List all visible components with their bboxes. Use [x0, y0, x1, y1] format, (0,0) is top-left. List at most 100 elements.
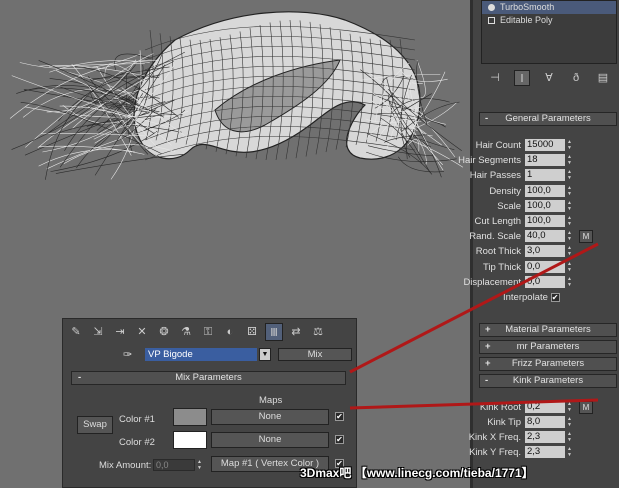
param-value-field[interactable]: 100,0 [525, 199, 565, 212]
get-material-icon[interactable]: ✎ [67, 323, 85, 341]
assign-material-icon[interactable]: ⇥ [111, 323, 129, 341]
watermark-text: 3Dmax吧 【www.linecg.com/tieba/1771】 [300, 466, 534, 480]
delete-icon[interactable]: ✕ [133, 323, 151, 341]
material-type-button[interactable]: Mix [278, 348, 352, 361]
param-value-field[interactable]: 0,0 [525, 260, 565, 273]
param-spinner[interactable]: ▲ ▼ [566, 276, 573, 288]
rollout-frizz-parameters[interactable]: + Frizz Parameters [479, 357, 617, 371]
put-to-scene-icon[interactable]: ⇲ [89, 323, 107, 341]
stack-item-turbosmooth[interactable]: TurboSmooth [482, 1, 616, 14]
param-map-button[interactable]: M [579, 230, 593, 244]
param-label: Root Thick [475, 246, 521, 258]
param-map-button[interactable]: M [579, 401, 593, 414]
param-value-field[interactable]: 15000 [525, 139, 565, 151]
param-value-field[interactable]: 100,0 [525, 215, 565, 227]
rollout-general-parameters[interactable]: - General Parameters [479, 112, 617, 126]
material-name-dropdown[interactable]: ▼ [259, 348, 271, 361]
color1-map-checkbox[interactable]: ✔ [335, 412, 344, 421]
param-spinner[interactable]: ▲ ▼ [566, 261, 573, 273]
kink_parameters-row: Kink Y Freq. 2,3 ▲ ▼ [469, 446, 617, 459]
show-map-icon[interactable]: ◐ [221, 323, 239, 341]
color2-map-button[interactable]: None [211, 432, 329, 448]
general_parameters-row: Density 100,0 ▲ ▼ [479, 184, 617, 198]
param-label: Kink Root [479, 402, 521, 413]
rollout-material-parameters[interactable]: + Material Parameters [479, 323, 617, 337]
general_parameters-row: Displacement 0,0 ▲ ▼ [463, 275, 617, 289]
param-label: Scale [497, 200, 521, 212]
param-label: Displacement [463, 276, 521, 288]
param-spinner[interactable]: ▲ ▼ [566, 416, 573, 428]
stack-item-editable-poly[interactable]: Editable Poly [482, 14, 616, 27]
param-spinner[interactable]: ▲ ▼ [566, 154, 573, 166]
interpolate-checkbox[interactable]: ✔ [550, 292, 560, 302]
color2-map-checkbox[interactable]: ✔ [335, 435, 344, 444]
general_parameters-row: Hair Segments 18 ▲ ▼ [458, 154, 617, 167]
param-value-field[interactable]: 2,3 [525, 446, 565, 458]
general_parameters-row: Scale 100,0 ▲ ▼ [479, 199, 617, 213]
param-value-field[interactable]: 18 [525, 154, 565, 167]
poly-object-icon [488, 17, 495, 24]
show-end-result-icon[interactable]: ⚄ [243, 323, 261, 341]
make-unique-icon[interactable]: ❂ [155, 323, 173, 341]
param-spinner[interactable]: ▲ ▼ [566, 431, 573, 443]
mix-amount-spinner[interactable]: ▲ ▼ [197, 459, 202, 471]
param-value-field[interactable]: 8,0 [525, 416, 565, 428]
param-label: Tip Thick [482, 261, 521, 273]
general_parameters-row: Tip Thick 0,0 ▲ ▼ [479, 260, 617, 274]
param-label: Hair Passes [469, 170, 521, 182]
modifier-stack[interactable]: TurboSmooth Editable Poly [481, 0, 617, 64]
param-spinner[interactable]: ▲ ▼ [566, 401, 573, 413]
material-name-field[interactable]: VP Bigode [145, 348, 257, 361]
param-value-field[interactable]: 0,0 [525, 275, 565, 288]
put-to-library-icon[interactable]: ⚗ [177, 323, 195, 341]
pin-stack-icon[interactable]: ⊣ [487, 70, 503, 86]
mix-amount-field[interactable]: 0,0 [153, 459, 195, 471]
go-forward-sibling-icon[interactable]: ⇄ [287, 323, 305, 341]
hair-strand [104, 64, 145, 83]
material-id-icon[interactable]: ⚿ [199, 323, 217, 341]
param-label: Kink Tip [487, 417, 521, 428]
param-value-field[interactable]: 40,0 [525, 230, 565, 243]
param-spinner[interactable]: ▲ ▼ [566, 169, 573, 181]
param-spinner[interactable]: ▲ ▼ [566, 215, 573, 227]
make-unique-icon[interactable]: ∀ [541, 70, 557, 86]
param-spinner[interactable]: ▲ ▼ [566, 230, 573, 242]
color1-swatch[interactable] [173, 408, 207, 426]
swap-button[interactable]: Swap [77, 416, 113, 434]
go-to-parent-icon[interactable]: Ⅲ [265, 323, 283, 341]
general_parameters-row: Rand. Scale 40,0 ▲ ▼ M [469, 230, 617, 244]
param-value-field[interactable]: 1 [525, 169, 565, 182]
param-spinner[interactable]: ▲ ▼ [566, 200, 573, 212]
rollout-mix-parameters[interactable]: - Mix Parameters [71, 371, 346, 385]
param-label: Cut Length [474, 216, 521, 227]
hair-strand [19, 53, 141, 69]
show-end-result-icon[interactable]: Ⅰ [514, 70, 530, 86]
general_parameters-row: Cut Length 100,0 ▲ ▼ [475, 215, 617, 228]
rollout-kink-parameters[interactable]: - Kink Parameters [479, 374, 617, 388]
param-value-field[interactable]: 3,0 [525, 245, 565, 258]
configure-sets-icon[interactable]: ▤ [595, 70, 611, 86]
eyedropper-icon[interactable]: ✑ [123, 348, 132, 361]
color2-swatch[interactable] [173, 431, 207, 449]
param-spinner[interactable]: ▲ ▼ [566, 139, 573, 151]
param-label: Kink X Freq. [468, 432, 521, 443]
param-value-field[interactable]: 0,2 [525, 401, 565, 413]
param-value-field[interactable]: 100,0 [525, 184, 565, 197]
param-spinner[interactable]: ▲ ▼ [566, 185, 573, 197]
bulb-icon[interactable] [488, 4, 495, 11]
param-value-field[interactable]: 2,3 [525, 431, 565, 443]
general_parameters-row: Hair Passes 1 ▲ ▼ [470, 169, 617, 182]
mix-amount-label: Mix Amount: [99, 460, 152, 471]
color1-label: Color #1 [119, 414, 155, 425]
param-label: Rand. Scale [469, 231, 521, 243]
rollout-mr-parameters[interactable]: + mr Parameters [479, 340, 617, 354]
param-label: Hair Segments [458, 155, 521, 167]
material-map-navigator-icon[interactable]: ⚖ [309, 323, 327, 341]
remove-modifier-icon[interactable]: ð [568, 70, 584, 86]
param-spinner[interactable]: ▲ ▼ [566, 245, 573, 257]
param-spinner[interactable]: ▲ ▼ [566, 446, 573, 458]
general_parameters-row: Root Thick 3,0 ▲ ▼ [475, 245, 617, 258]
kink_parameters-row: Kink Root 0,2 ▲ ▼ M [479, 401, 617, 414]
material-name-row: ✑ VP Bigode ▼ Mix [123, 348, 353, 362]
color1-map-button[interactable]: None [211, 409, 329, 425]
